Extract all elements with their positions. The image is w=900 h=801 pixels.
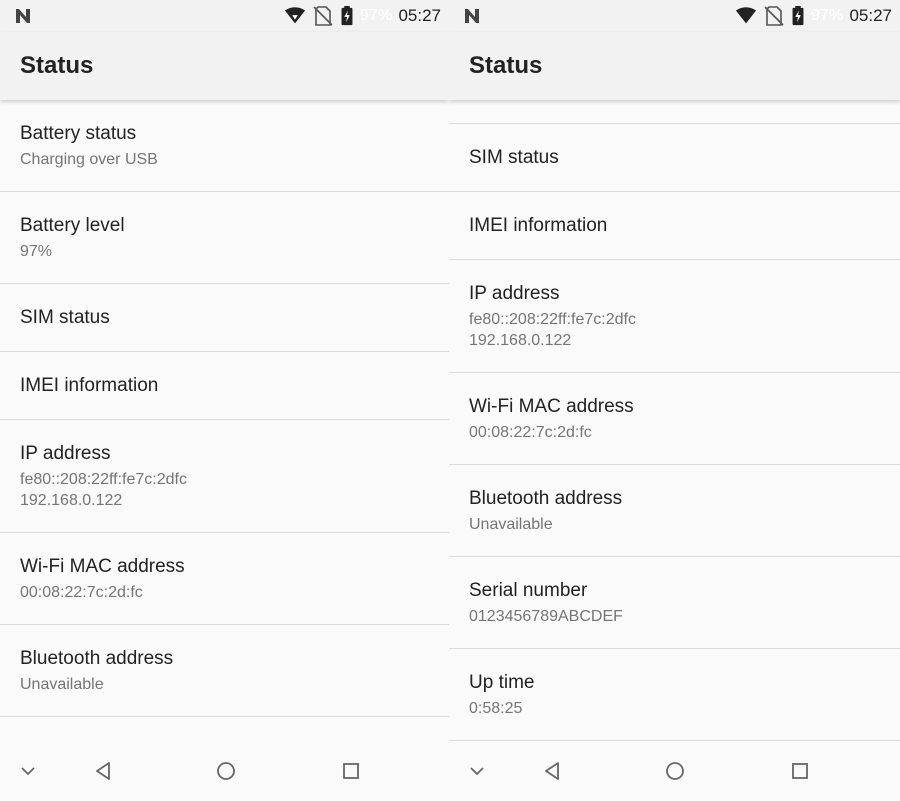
n-logo-icon [465,9,479,23]
clock: 05:27 [849,6,892,25]
item-title: IMEI information [20,375,159,396]
list-item-sim-status[interactable]: SIM status [449,124,900,192]
list-item-battery-status[interactable]: Battery status Charging over USB [0,100,449,192]
app-bar: Status [449,32,900,100]
battery-charging-icon [341,6,353,26]
item-value: 0123456789ABCDEF [469,608,623,625]
list-item-sim-status[interactable]: SIM status [0,284,449,352]
status-bar: 97% 05:27 [449,0,900,32]
item-title: Bluetooth address [469,488,623,509]
wifi-icon [284,7,305,24]
recents-square-icon[interactable] [339,759,363,783]
list-item-bluetooth-address[interactable]: Bluetooth address Unavailable [449,465,900,557]
list-item-ip-address[interactable]: IP address fe80::208:22ff:fe7c:2dfc 192.… [0,420,449,533]
list-item-ip-address[interactable]: IP address fe80::208:22ff:fe7c:2dfc 192.… [449,260,900,373]
item-title: IP address [20,443,111,464]
page-title: Status [469,52,543,79]
item-value: fe80::208:22ff:fe7c:2dfc [20,471,187,488]
list-item-imei-information[interactable]: IMEI information [449,192,900,260]
item-title: Serial number [469,580,588,601]
item-value: 97% [20,243,53,260]
item-title: Battery status [20,123,137,144]
battery-charging-icon [792,6,804,26]
status-list[interactable]: SIM status IMEI information IP address f… [449,100,900,741]
list-item-up-time[interactable]: Up time 0:58:25 [449,649,900,741]
right-screen: 97% 05:27 Status SIM status IMEI informa… [449,0,900,801]
back-triangle-icon[interactable] [540,759,564,783]
battery-percent: 97% [810,7,844,24]
back-triangle-icon[interactable] [91,759,115,783]
item-title: Up time [469,672,535,693]
item-value: fe80::208:22ff:fe7c:2dfc [469,311,636,328]
list-item-partial[interactable] [449,100,900,124]
item-value: 0:58:25 [469,700,523,717]
item-value: 00:08:22:7c:2d:fc [469,424,592,441]
item-title: Battery level [20,215,125,236]
item-title: IMEI information [469,215,608,236]
item-value: Unavailable [20,676,104,693]
clock: 05:27 [398,6,441,25]
item-title: IP address [469,283,560,304]
list-item-wifi-mac-address[interactable]: Wi-Fi MAC address 00:08:22:7c:2d:fc [449,373,900,465]
battery-percent: 97% [359,7,393,24]
item-value: Charging over USB [20,151,158,168]
no-sim-icon [764,6,784,26]
no-sim-icon [313,6,333,26]
item-title: SIM status [469,147,559,168]
navigation-bar [449,741,900,801]
app-bar: Status [0,32,449,100]
home-circle-icon[interactable] [214,759,238,783]
chevron-down-icon[interactable] [465,759,489,783]
n-logo-icon [16,9,30,23]
item-value: 00:08:22:7c:2d:fc [20,584,143,601]
recents-square-icon[interactable] [788,759,812,783]
item-value: 192.168.0.122 [20,492,123,509]
item-title: SIM status [20,307,110,328]
left-screen: 97% 05:27 Status Battery status Charging… [0,0,449,801]
item-title: Wi-Fi MAC address [20,556,185,577]
status-list[interactable]: Battery status Charging over USB Battery… [0,100,449,741]
list-item-bluetooth-address[interactable]: Bluetooth address Unavailable [0,625,449,717]
chevron-down-icon[interactable] [16,759,40,783]
list-item-imei-information[interactable]: IMEI information [0,352,449,420]
page-title: Status [20,52,94,79]
list-item-serial-number[interactable]: Serial number 0123456789ABCDEF [449,557,900,649]
item-value: Unavailable [469,516,553,533]
list-item-wifi-mac-address[interactable]: Wi-Fi MAC address 00:08:22:7c:2d:fc [0,533,449,625]
wifi-icon [735,7,756,24]
item-title: Wi-Fi MAC address [469,396,634,417]
list-item-battery-level[interactable]: Battery level 97% [0,192,449,284]
item-value: 192.168.0.122 [469,332,572,349]
status-bar: 97% 05:27 [0,0,449,32]
home-circle-icon[interactable] [663,759,687,783]
item-title: Bluetooth address [20,648,174,669]
navigation-bar [0,741,449,801]
